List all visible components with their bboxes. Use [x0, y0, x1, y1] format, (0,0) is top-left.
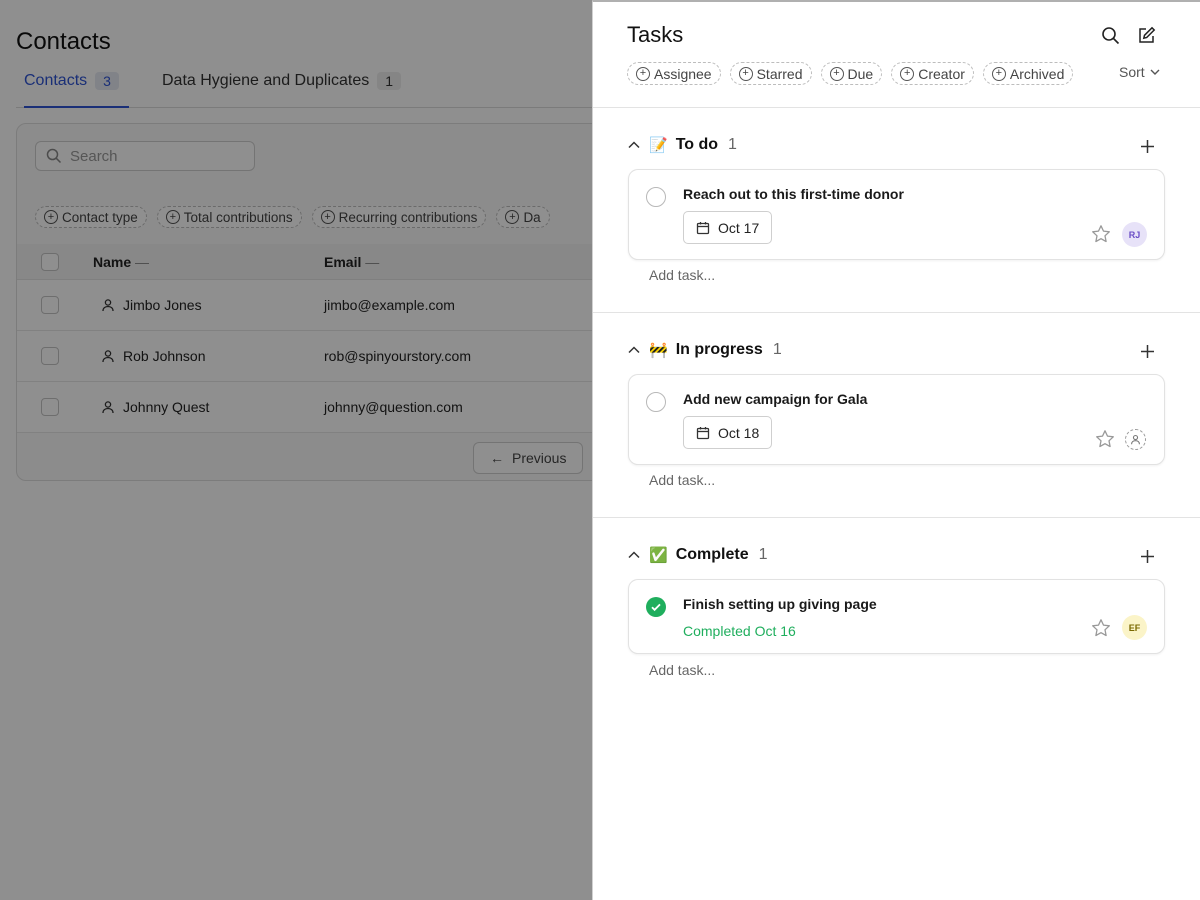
filter-label: Due	[847, 65, 874, 82]
calendar-icon	[696, 221, 710, 234]
star-icon[interactable]	[1091, 224, 1111, 244]
task-title: Reach out to this first-time donor	[683, 186, 904, 202]
task-title: Finish setting up giving page	[683, 596, 877, 612]
assign-user-button[interactable]	[1125, 429, 1146, 450]
chevron-up-icon[interactable]	[627, 343, 641, 357]
due-date-text: Oct 18	[718, 424, 760, 441]
completed-date: Completed Oct 16	[683, 623, 796, 639]
task-checkbox[interactable]	[646, 187, 666, 207]
edit-icon	[1138, 26, 1155, 43]
section-count: 1	[758, 546, 768, 563]
construction-emoji-icon: 🚧	[649, 342, 668, 359]
section-header-in-progress: 🚧 In progress 1	[627, 341, 782, 359]
tasks-panel: Tasks + Assignee + Starred + Due + Creator +…	[592, 0, 1200, 900]
task-card[interactable]: Finish setting up giving page Completed …	[628, 579, 1165, 654]
add-task-in-progress-button[interactable]	[1139, 343, 1155, 359]
filter-starred[interactable]: + Starred	[729, 62, 812, 85]
calendar-icon	[696, 426, 710, 439]
filter-archived[interactable]: + Archived	[982, 62, 1074, 85]
task-card[interactable]: Add new campaign for Gala Oct 18	[628, 374, 1165, 465]
task-filter-row: + Assignee + Starred + Due + Creator + Archiv…	[627, 62, 1074, 85]
due-date-button[interactable]: Oct 17	[683, 211, 773, 244]
filter-due[interactable]: + Due	[820, 62, 883, 85]
due-date-text: Oct 17	[718, 219, 760, 236]
chevron-up-icon[interactable]	[627, 548, 641, 562]
memo-emoji-icon: 📝	[649, 137, 668, 154]
divider	[593, 107, 1200, 108]
search-button[interactable]	[1099, 24, 1121, 46]
section-title: Complete	[675, 546, 749, 563]
plus-icon	[1140, 344, 1154, 358]
section-count: 1	[728, 136, 737, 153]
task-title: Add new campaign for Gala	[683, 391, 868, 407]
star-icon[interactable]	[1095, 429, 1115, 449]
filter-label: Creator	[918, 65, 965, 82]
plus-circle-icon: +	[636, 66, 650, 81]
check-mark-emoji-icon: ✅	[649, 547, 668, 564]
plus-icon	[1140, 139, 1154, 153]
section-title: To do	[675, 136, 719, 153]
section-header-todo: 📝 To do 1	[627, 136, 737, 154]
filter-label: Starred	[756, 65, 803, 82]
plus-circle-icon: +	[829, 66, 844, 81]
plus-circle-icon: +	[738, 66, 753, 81]
filter-label: Assignee	[654, 65, 712, 82]
section-header-complete: ✅ Complete 1	[627, 546, 768, 564]
filter-creator[interactable]: + Creator	[891, 62, 974, 85]
task-checkbox[interactable]	[646, 392, 666, 412]
plus-circle-icon: +	[900, 66, 915, 81]
add-task-complete-button[interactable]	[1139, 548, 1155, 564]
sort-label: Sort	[1119, 64, 1145, 80]
search-icon	[1101, 26, 1119, 44]
chevron-up-icon[interactable]	[627, 138, 641, 152]
sort-dropdown[interactable]: Sort	[1119, 64, 1161, 80]
person-icon	[1131, 434, 1140, 445]
chevron-down-icon	[1150, 69, 1160, 75]
add-task-link[interactable]: Add task...	[649, 267, 715, 283]
due-date-button[interactable]: Oct 18	[683, 416, 773, 449]
new-task-button[interactable]	[1135, 24, 1157, 46]
section-title: In progress	[675, 341, 763, 358]
filter-label: Archived	[1009, 65, 1065, 82]
section-count: 1	[772, 341, 782, 358]
plus-icon	[1140, 549, 1154, 563]
assignee-avatar[interactable]: RJ	[1122, 222, 1147, 247]
panel-title: Tasks	[627, 22, 684, 47]
checkmark-icon	[651, 603, 661, 612]
divider	[593, 312, 1200, 313]
task-card[interactable]: Reach out to this first-time donor Oct 1…	[628, 169, 1165, 260]
assignee-avatar[interactable]: EF	[1122, 615, 1147, 640]
add-task-todo-button[interactable]	[1139, 138, 1155, 154]
plus-circle-icon: +	[991, 66, 1006, 81]
add-task-link[interactable]: Add task...	[649, 662, 715, 678]
divider	[593, 517, 1200, 518]
star-icon[interactable]	[1091, 618, 1111, 638]
filter-assignee[interactable]: + Assignee	[627, 62, 721, 85]
add-task-link[interactable]: Add task...	[649, 472, 715, 488]
task-checkbox-checked[interactable]	[646, 597, 666, 617]
